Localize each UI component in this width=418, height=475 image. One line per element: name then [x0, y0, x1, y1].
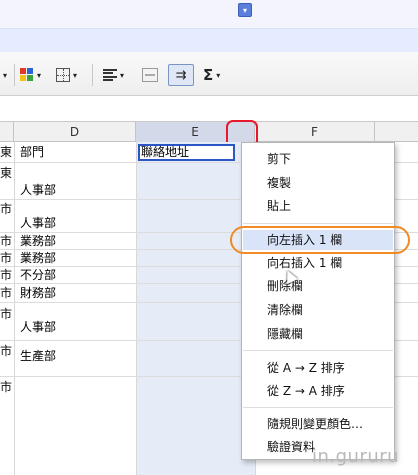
- formula-bar[interactable]: [0, 96, 418, 122]
- toolbar: ▾ ▾ ▾ ▾ ⇉ Σ ▾: [0, 52, 418, 96]
- menu-item-insert-right[interactable]: 向右插入 1 欄: [267, 253, 342, 273]
- merge-cells-button[interactable]: [142, 64, 158, 86]
- chevron-down-icon: ▾: [37, 70, 42, 80]
- align-left-icon: [103, 69, 117, 81]
- cell-e-header[interactable]: 聯絡地址: [138, 144, 235, 161]
- cell-d[interactable]: 業務部: [20, 234, 56, 249]
- cell-d[interactable]: 人事部: [20, 320, 56, 335]
- column-menu-dropdown-icon[interactable]: ▾: [238, 3, 252, 17]
- cell-d-header[interactable]: 部門: [20, 145, 44, 160]
- cell[interactable]: 東: [0, 145, 14, 160]
- chevron-down-icon: ▾: [73, 70, 78, 80]
- cell[interactable]: 市: [0, 344, 14, 359]
- column-context-menu: 剪下 複製 貼上 向左插入 1 欄 向右插入 1 欄 刪除欄 清除欄 隱藏欄 從…: [241, 142, 395, 460]
- menu-separator: [243, 223, 393, 224]
- menu-item-hide-column[interactable]: 隱藏欄: [267, 324, 303, 344]
- cell[interactable]: 市: [0, 380, 14, 395]
- borders-button[interactable]: ▾: [56, 64, 77, 86]
- align-button[interactable]: ▾: [103, 64, 124, 86]
- cell-d[interactable]: 人事部: [20, 183, 56, 198]
- wrap-text-button[interactable]: ⇉: [168, 64, 194, 86]
- app-header-strip: [0, 0, 418, 53]
- column-header-f[interactable]: F: [255, 122, 375, 142]
- sigma-icon: Σ: [203, 66, 214, 84]
- chevron-down-icon: ▾: [3, 70, 8, 80]
- borders-icon: [56, 68, 70, 82]
- menu-separator: [243, 350, 393, 351]
- cell[interactable]: 市: [0, 286, 14, 301]
- menu-separator: [243, 407, 393, 408]
- menu-item-sort-az[interactable]: 從 A → Z 排序: [267, 358, 345, 378]
- cell[interactable]: 市: [0, 307, 14, 322]
- cell[interactable]: 市: [0, 234, 14, 249]
- cell[interactable]: 市: [0, 268, 14, 283]
- menu-item-validation[interactable]: 驗證資料: [267, 437, 315, 457]
- column-header-e-label: E: [191, 125, 199, 139]
- chevron-down-icon: ▾: [216, 70, 221, 80]
- cell-d[interactable]: 人事部: [20, 216, 56, 231]
- menu-item-sort-za[interactable]: 從 Z → A 排序: [267, 381, 345, 401]
- functions-button[interactable]: Σ ▾: [203, 64, 220, 86]
- merge-cells-icon: [142, 68, 158, 82]
- cell-d[interactable]: 生產部: [20, 349, 56, 364]
- menu-item-change-colors[interactable]: 隨規則變更顏色…: [267, 414, 363, 434]
- menu-item-cut[interactable]: 剪下: [267, 149, 291, 169]
- menu-item-copy[interactable]: 複製: [267, 173, 291, 193]
- cell-d[interactable]: 業務部: [20, 251, 56, 266]
- column-header-row: D E F: [0, 122, 418, 142]
- fill-color-button[interactable]: ▾: [20, 64, 41, 86]
- chevron-down-icon: ▾: [120, 70, 125, 80]
- fill-color-icon: [20, 68, 34, 82]
- column-header-g[interactable]: [375, 122, 418, 142]
- toolbar-partial-button[interactable]: ▾: [0, 64, 7, 86]
- menu-item-paste[interactable]: 貼上: [267, 196, 291, 216]
- cell[interactable]: 市: [0, 202, 14, 217]
- toolbar-separator: [14, 64, 15, 86]
- column-header-c[interactable]: [0, 122, 14, 142]
- orange-highlight-oval: [230, 226, 410, 254]
- column-header-d[interactable]: D: [14, 122, 136, 142]
- watermark: in.gururu: [312, 446, 400, 467]
- toolbar-separator: [92, 64, 93, 86]
- cell[interactable]: 東: [0, 166, 14, 181]
- cell[interactable]: 市: [0, 251, 14, 266]
- cell-d[interactable]: 不分部: [20, 268, 56, 283]
- wrap-text-icon: ⇉: [168, 64, 194, 86]
- menu-item-clear-column[interactable]: 清除欄: [267, 300, 303, 320]
- cell-d[interactable]: 財務部: [20, 286, 56, 301]
